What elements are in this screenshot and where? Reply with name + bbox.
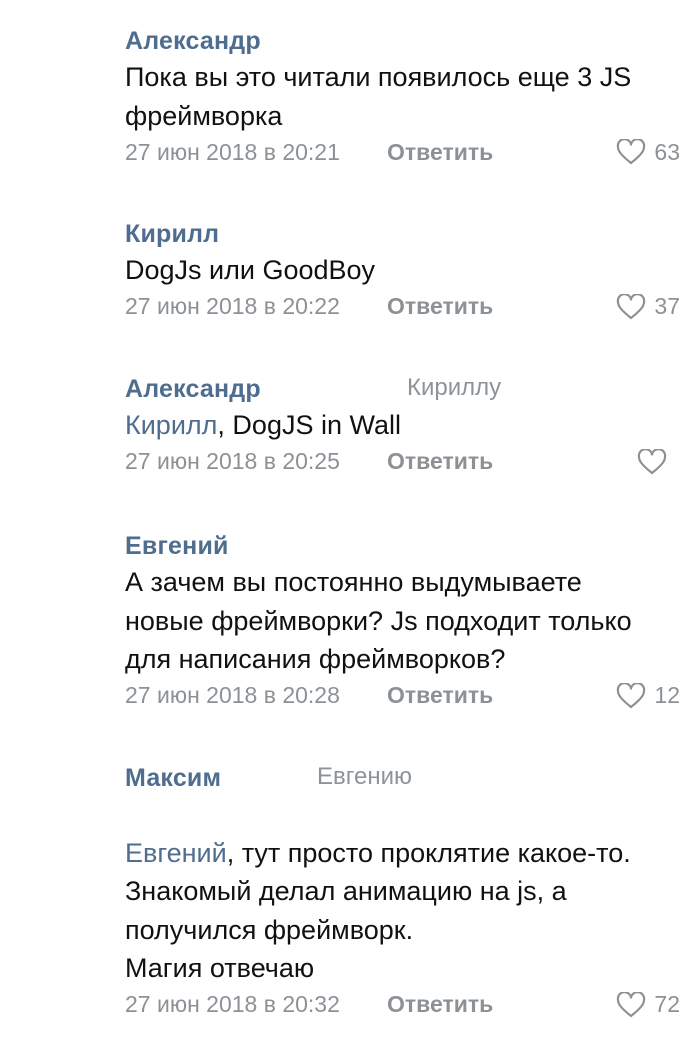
reply-to-label[interactable]: Кириллу [407, 374, 501, 402]
reply-button[interactable]: Ответить [387, 682, 493, 709]
mention-link[interactable]: Евгений [125, 838, 227, 868]
reply-button[interactable]: Ответить [387, 448, 493, 475]
reply-button[interactable]: Ответить [387, 293, 493, 320]
heart-icon [617, 682, 646, 708]
like-count: 37 [654, 293, 680, 319]
comment: Максим Евгению Евгений, тут просто прокл… [125, 763, 680, 1022]
reply-button[interactable]: Ответить [387, 991, 493, 1018]
comment-date: 27 июн 2018 в 20:28 [125, 682, 340, 708]
comment-text: А зачем вы постоянно выдумываете новые ф… [125, 563, 660, 679]
comment-author[interactable]: Александр [125, 375, 261, 404]
like-button[interactable]: 63 [616, 139, 680, 166]
like-button[interactable]: 37 [616, 293, 680, 320]
comment: Евгений А зачем вы постоянно выдумываете… [125, 531, 680, 713]
like-button[interactable]: 72 [616, 991, 680, 1018]
comment-date: 27 июн 2018 в 20:25 [125, 448, 340, 474]
comment-date: 27 июн 2018 в 20:32 [125, 991, 340, 1017]
comment-header: Евгений [125, 531, 680, 561]
comment-meta: 27 июн 2018 в 20:28 Ответить 12 [125, 679, 680, 713]
comment: Кирилл DogJs или GoodBoy 27 июн 2018 в 2… [125, 219, 680, 324]
comment-meta: 27 июн 2018 в 20:22 Ответить 37 [125, 290, 680, 324]
like-count: 12 [654, 682, 680, 708]
heart-icon [617, 991, 646, 1017]
comment-author[interactable]: Александр [125, 27, 261, 56]
comment-text: Пока вы это читали появилось еще 3 JS фр… [125, 58, 660, 135]
comment-text-content: А зачем вы постоянно выдумываете новые ф… [125, 567, 632, 674]
comment-meta: 27 июн 2018 в 20:32 Ответить 72 [125, 988, 680, 1022]
like-count: 63 [654, 138, 680, 165]
like-button[interactable]: 12 [616, 682, 680, 709]
comment-header: Максим Евгению [125, 763, 680, 793]
heart-icon [617, 293, 646, 319]
comment: Александр Кириллу Кирилл, DogJS in Wall … [125, 374, 680, 479]
comment-meta: 27 июн 2018 в 20:21 Ответить 63 [125, 135, 680, 169]
reply-button[interactable]: Ответить [387, 139, 493, 166]
comment-text-content: DogJs или GoodBoy [125, 255, 376, 285]
comment-header: Александр Кириллу [125, 374, 680, 404]
comment-header: Александр [125, 26, 680, 56]
like-count: 72 [654, 991, 680, 1017]
heart-icon [637, 448, 667, 474]
comment: Александр Пока вы это читали появилось е… [125, 26, 680, 169]
comment-header: Кирилл [125, 219, 680, 249]
comment-date: 27 июн 2018 в 20:22 [125, 293, 340, 319]
comment-author[interactable]: Евгений [125, 532, 229, 561]
reply-to-label[interactable]: Евгению [317, 763, 412, 791]
comment-date: 27 июн 2018 в 20:21 [125, 138, 340, 165]
comment-author[interactable]: Кирилл [125, 220, 219, 249]
comment-text: Евгений, тут просто проклятие какое-то. … [125, 795, 660, 988]
mention-link[interactable]: Кирилл [125, 410, 217, 440]
comment-text-content: , DogJS in Wall [217, 410, 401, 440]
heart-icon [617, 139, 646, 165]
comment-author[interactable]: Максим [125, 764, 221, 793]
comment-meta: 27 июн 2018 в 20:25 Ответить [125, 445, 680, 479]
comment-text: Кирилл, DogJS in Wall [125, 406, 660, 445]
like-button[interactable] [637, 448, 675, 475]
comment-text-content: Пока вы это читали появилось еще 3 JS фр… [125, 62, 632, 131]
comment-text: DogJs или GoodBoy [125, 251, 660, 290]
